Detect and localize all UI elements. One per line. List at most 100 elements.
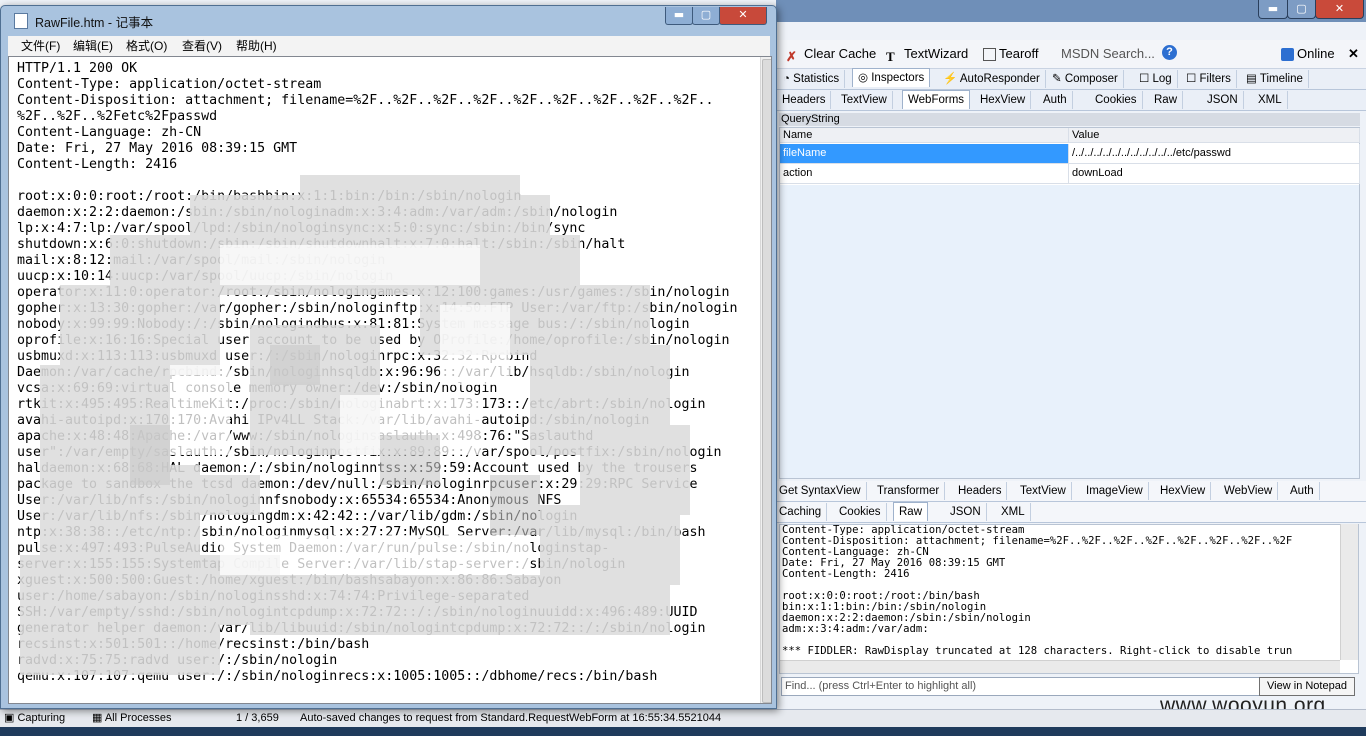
querystring-grid: Name Value fileName /../../../../../../.… (779, 127, 1360, 479)
resp-tab-json[interactable]: JSON (945, 503, 987, 521)
notepad-vertical-scrollbar[interactable] (760, 57, 771, 703)
notepad-scroll-thumb[interactable] (762, 59, 771, 703)
notepad-text-area[interactable]: HTTP/1.1 200 OK Content-Type: applicatio… (8, 56, 772, 704)
tab-filters[interactable]: ☐ Filters (1181, 70, 1237, 88)
online-label: Online (1297, 46, 1335, 61)
process-filter[interactable]: ▦ All Processes (92, 710, 171, 727)
statistics-icon: ◔ (783, 73, 794, 85)
resp-tab-textview[interactable]: TextView (1015, 482, 1072, 500)
menu-edit[interactable]: 编辑(E) (73, 38, 113, 54)
session-count: 1 / 3,659 (236, 712, 279, 724)
online-indicator[interactable]: Online (1281, 45, 1335, 63)
grid-empty-area (780, 185, 1359, 478)
req-tab-webforms[interactable]: WebForms (902, 90, 971, 109)
capturing-indicator[interactable]: ▣ Capturing (4, 710, 65, 727)
req-tab-cookies[interactable]: Cookies (1090, 91, 1143, 109)
resp-tab-transformer[interactable]: Transformer (872, 482, 946, 500)
tab-autoresponder[interactable]: ⚡ AutoResponder (938, 70, 1046, 88)
querystring-header: QueryString (779, 113, 1360, 126)
notepad-text-content: HTTP/1.1 200 OK Content-Type: applicatio… (17, 61, 738, 684)
menu-format[interactable]: 格式(O) (126, 38, 167, 54)
textwizard-label: TextWizard (904, 46, 969, 61)
resp-tab-syntaxview[interactable]: Get SyntaxView (774, 482, 867, 500)
notepad-maximize-button[interactable]: ▢ (692, 7, 720, 25)
textwizard-button[interactable]: T TextWizard (886, 45, 969, 64)
tearoff-button[interactable]: Tearoff (983, 45, 1039, 63)
tab-inspectors[interactable]: ◎ Inspectors (852, 68, 931, 87)
menu-view[interactable]: 查看(V) (182, 38, 222, 54)
tab-composer[interactable]: ✎ Composer (1047, 70, 1124, 88)
raw-horizontal-scrollbar[interactable] (780, 660, 1340, 673)
tab-composer-label: Composer (1064, 73, 1118, 85)
raw-vertical-scrollbar[interactable] (1340, 524, 1358, 660)
tab-statistics-label: Statistics (793, 73, 840, 85)
resp-tab-hexview[interactable]: HexView (1155, 482, 1212, 500)
fiddler-status-bar: ▣ Capturing ▦ All Processes 1 / 3,659 Au… (0, 709, 1366, 727)
grid-row-action-value[interactable]: downLoad (1069, 164, 1360, 184)
tab-log[interactable]: ☐ Log (1134, 70, 1178, 88)
clear-cache-button[interactable]: ✗ Clear Cache (786, 45, 877, 64)
status-message: Auto-saved changes to request from Stand… (300, 712, 722, 724)
resp-tab-webview[interactable]: WebView (1219, 482, 1279, 500)
tab-statistics[interactable]: ◔ Statistics (778, 70, 846, 88)
resp-tab-xml[interactable]: XML (996, 503, 1031, 521)
fiddler-close-button[interactable]: ✕ (1315, 0, 1364, 19)
menu-help[interactable]: 帮助(H) (236, 38, 277, 54)
help-icon[interactable]: ? (1162, 45, 1177, 60)
resp-tab-cookies[interactable]: Cookies (834, 503, 887, 521)
menu-file[interactable]: 文件(F) (21, 38, 60, 54)
req-tab-xml[interactable]: XML (1253, 91, 1288, 109)
notepad-menubar: 文件(F) 编辑(E) 格式(O) 查看(V) 帮助(H) (8, 36, 770, 56)
grid-header-name[interactable]: Name (780, 128, 1069, 143)
notepad-window: RawFile.htm - 记事本 ▬ ▢ ✕ 文件(F) 编辑(E) 格式(O… (0, 5, 777, 709)
req-tab-headers[interactable]: Headers (777, 91, 832, 109)
tab-inspectors-label: Inspectors (871, 72, 925, 84)
tearoff-label: Tearoff (999, 46, 1039, 61)
tab-timeline-label: Timeline (1259, 73, 1303, 85)
response-raw-view[interactable]: Content-Type: application/octet-stream C… (779, 524, 1359, 674)
tab-log-label: Log (1152, 73, 1172, 85)
inspectors-icon: ◎ (858, 72, 872, 84)
close-toolbar-icon[interactable]: ✕ (1348, 45, 1359, 63)
log-icon: ☐ (1139, 73, 1153, 85)
req-tab-json[interactable]: JSON (1202, 91, 1244, 109)
response-raw-text: Content-Type: application/octet-stream C… (782, 524, 1293, 657)
tab-autoresponder-label: AutoResponder (959, 73, 1040, 85)
resp-tab-raw[interactable]: Raw (893, 502, 929, 521)
msdn-search-input[interactable]: MSDN Search... (1061, 45, 1155, 63)
tab-timeline[interactable]: ▤ Timeline (1241, 70, 1309, 88)
notepad-close-button[interactable]: ✕ (719, 7, 767, 25)
capture-icon: ▣ (4, 712, 18, 724)
textwizard-icon: T (886, 49, 895, 64)
fiddler-minimize-button[interactable]: ▬ (1258, 0, 1288, 19)
grid-row-action-name[interactable]: action (780, 164, 1069, 184)
resp-tab-auth[interactable]: Auth (1285, 482, 1320, 500)
req-tab-textview[interactable]: TextView (836, 91, 893, 109)
process-filter-label: All Processes (104, 712, 172, 724)
grid-row-filename-name[interactable]: fileName (780, 144, 1069, 164)
grid-row-filename-value[interactable]: /../../../../../../../../../../../etc/pa… (1069, 144, 1360, 164)
resp-tab-headers[interactable]: Headers (953, 482, 1008, 500)
req-tab-hexview[interactable]: HexView (975, 91, 1032, 109)
filters-icon: ☐ (1186, 73, 1200, 85)
capturing-label: Capturing (17, 712, 66, 724)
windows-taskbar (0, 727, 1366, 736)
clear-cache-label: Clear Cache (804, 46, 877, 61)
req-tab-raw[interactable]: Raw (1149, 91, 1184, 109)
process-icon: ▦ (92, 712, 105, 724)
resp-tab-caching[interactable]: Caching (774, 503, 828, 521)
resp-tab-imageview[interactable]: ImageView (1081, 482, 1149, 500)
timeline-icon: ▤ (1246, 73, 1260, 85)
req-tab-auth[interactable]: Auth (1038, 91, 1073, 109)
notepad-minimize-button[interactable]: ▬ (665, 7, 693, 25)
composer-icon: ✎ (1052, 73, 1065, 85)
fiddler-maximize-button[interactable]: ▢ (1287, 0, 1316, 19)
tab-filters-label: Filters (1199, 73, 1231, 85)
autoresponder-icon: ⚡ (943, 73, 960, 85)
grid-header-value[interactable]: Value (1069, 128, 1360, 143)
tearoff-icon (983, 48, 996, 61)
notepad-title: RawFile.htm - 记事本 (35, 16, 154, 30)
clear-cache-icon: ✗ (786, 49, 797, 64)
notepad-icon (14, 13, 28, 29)
network-online-icon (1281, 48, 1294, 61)
